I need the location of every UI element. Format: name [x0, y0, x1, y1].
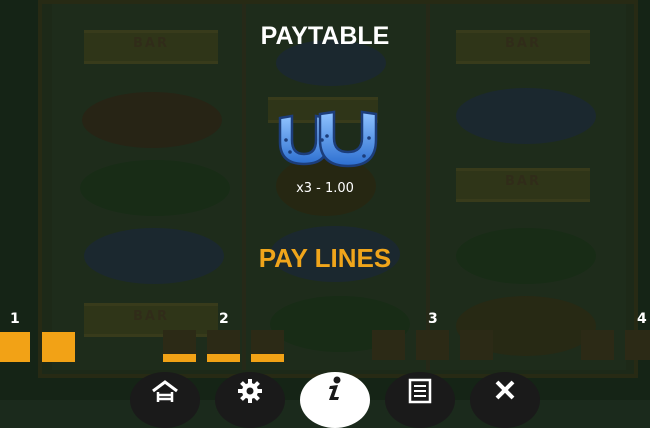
payline-cell — [163, 354, 196, 362]
payline-number: 2 — [219, 311, 229, 327]
payline-cell — [251, 354, 284, 362]
payout-text: x3 - 1.00 — [296, 181, 354, 196]
horseshoe-icon — [278, 110, 378, 168]
bottom-menu — [0, 372, 650, 428]
rules-button[interactable] — [385, 372, 455, 428]
payline-cell — [460, 330, 493, 360]
payline-cell — [625, 330, 650, 360]
paylines-title: PAY LINES — [258, 243, 392, 273]
payline-cell — [42, 332, 75, 362]
settings-button[interactable] — [215, 372, 285, 428]
info-button[interactable] — [300, 372, 370, 428]
gear-icon — [238, 379, 262, 403]
dim-overlay — [0, 0, 650, 400]
close-icon — [495, 380, 515, 400]
home-icon — [152, 380, 178, 402]
payline-cell — [207, 354, 240, 362]
close-button[interactable] — [470, 372, 540, 428]
payline-cell — [416, 330, 449, 360]
payline-number: 4 — [637, 311, 647, 327]
paytable-title: PAYTABLE — [260, 22, 390, 50]
payline-number: 3 — [428, 311, 438, 327]
scroll-icon — [408, 378, 432, 404]
payline-cell — [372, 330, 405, 360]
home-button[interactable] — [130, 372, 200, 428]
payline-number: 1 — [10, 311, 20, 327]
payline-cell — [581, 330, 614, 360]
payline-cell — [0, 332, 30, 362]
info-icon — [329, 376, 341, 400]
